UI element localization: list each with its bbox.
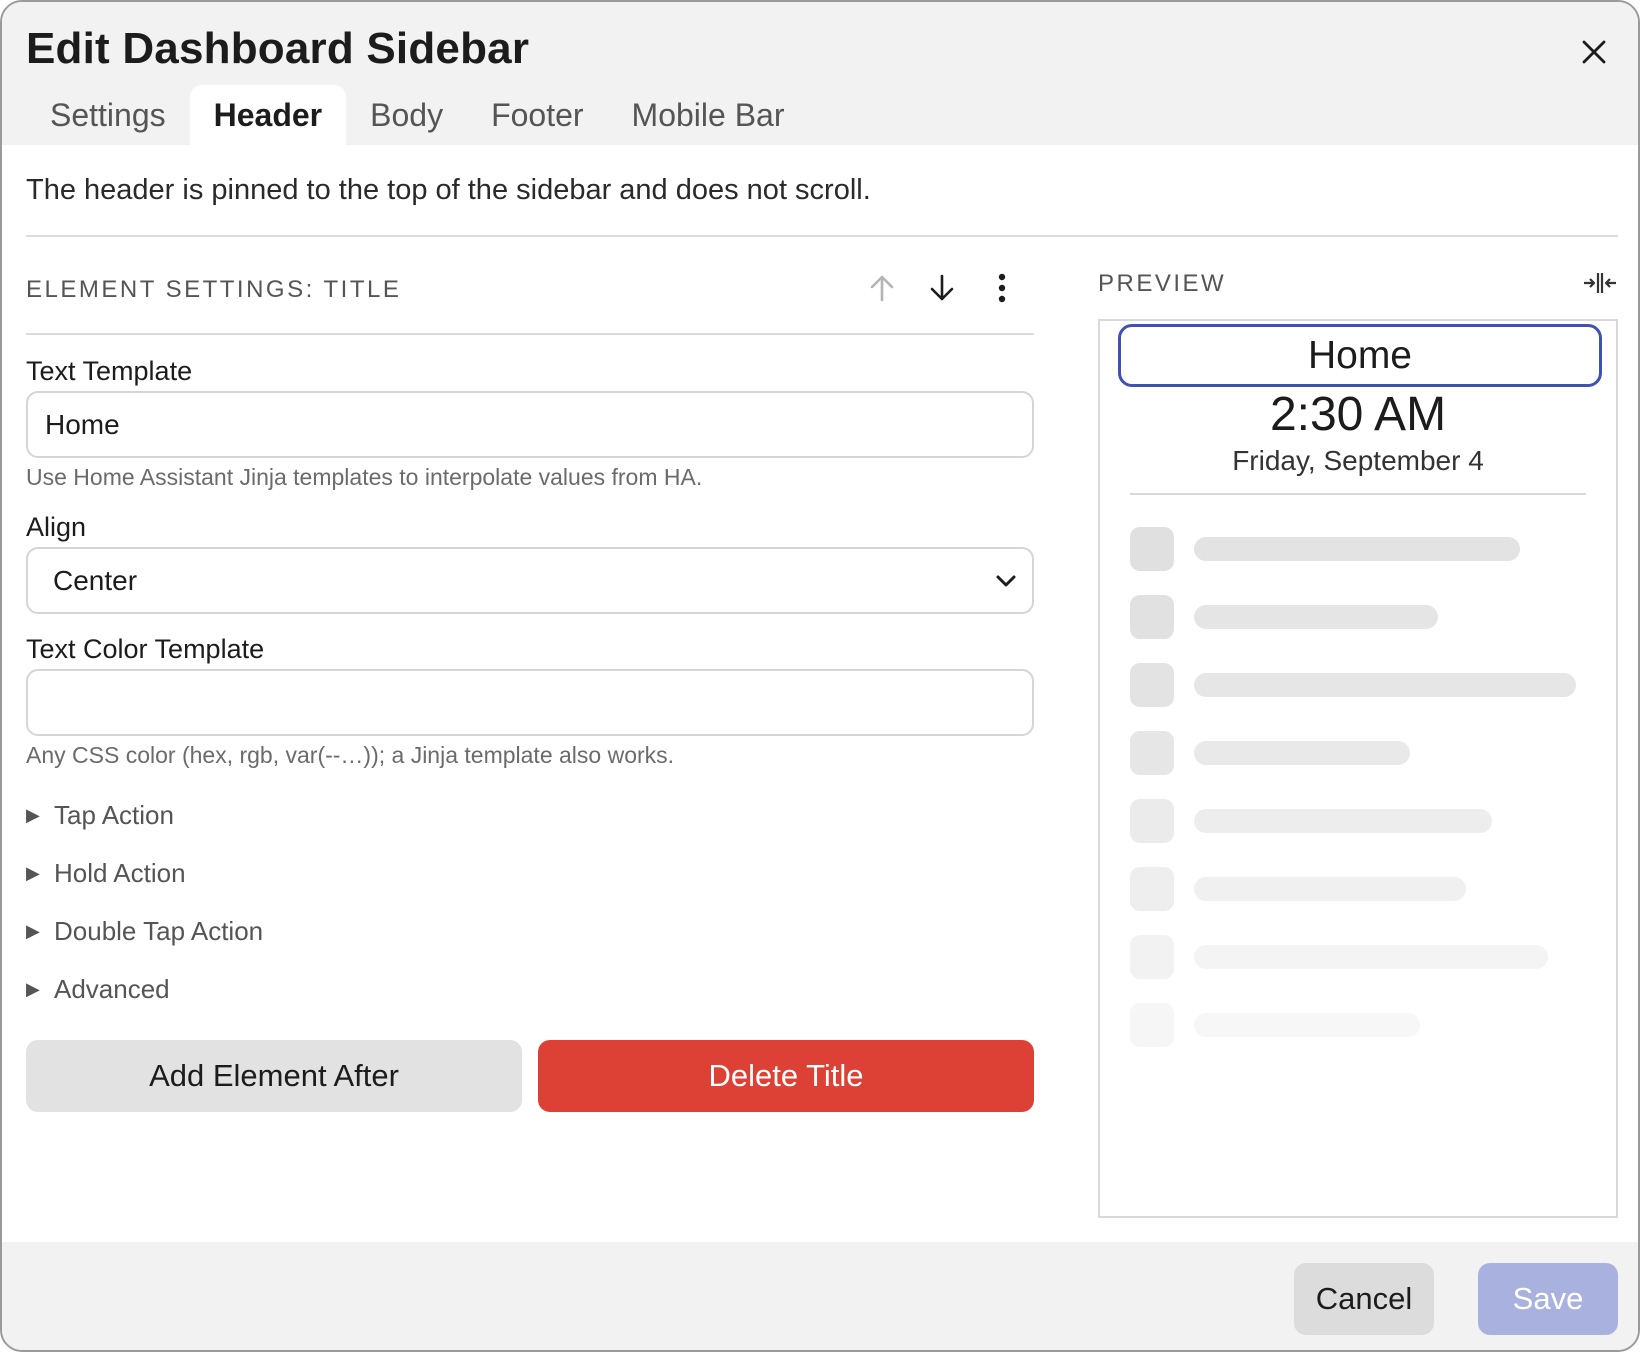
tap-action-disclosure[interactable]: ▶ Tap Action bbox=[26, 800, 174, 831]
close-button[interactable] bbox=[1572, 30, 1616, 74]
kebab-menu-icon bbox=[998, 273, 1006, 303]
skeleton-line bbox=[1194, 741, 1410, 765]
move-down-button[interactable] bbox=[922, 268, 962, 308]
skeleton-icon bbox=[1130, 1003, 1174, 1047]
tab-description: The header is pinned to the top of the s… bbox=[26, 174, 871, 206]
text-template-help: Use Home Assistant Jinja templates to in… bbox=[26, 464, 703, 490]
preview-date: Friday, September 4 bbox=[1232, 445, 1484, 476]
skeleton-icon bbox=[1130, 731, 1174, 775]
element-toolbar bbox=[862, 268, 1022, 308]
disclosure-label: Tap Action bbox=[54, 800, 174, 830]
disclosure-label: Double Tap Action bbox=[54, 916, 264, 946]
tab-settings[interactable]: Settings bbox=[26, 85, 190, 145]
align-select[interactable]: Center bbox=[26, 547, 1034, 614]
caret-right-icon: ▶ bbox=[26, 979, 40, 999]
add-element-after-button[interactable]: Add Element After bbox=[26, 1040, 522, 1112]
collapse-horizontal-icon bbox=[1584, 273, 1616, 293]
delete-title-button[interactable]: Delete Title bbox=[538, 1040, 1034, 1112]
collapse-preview-button[interactable] bbox=[1580, 268, 1620, 298]
dialog-header: Edit Dashboard Sidebar Settings Header B… bbox=[2, 2, 1638, 145]
skeleton-line bbox=[1194, 1013, 1420, 1037]
divider bbox=[26, 235, 1618, 237]
chevron-down-icon bbox=[996, 575, 1016, 586]
preview-heading: PREVIEW bbox=[1098, 270, 1227, 297]
align-label: Align bbox=[26, 512, 87, 542]
skeleton-icon bbox=[1130, 935, 1174, 979]
cancel-button[interactable]: Cancel bbox=[1294, 1263, 1434, 1335]
skeleton-line bbox=[1194, 945, 1548, 969]
skeleton-line bbox=[1194, 809, 1492, 833]
tab-body[interactable]: Body bbox=[346, 85, 467, 145]
sidebar-preview: Home 2:30 AM Friday, September 4 bbox=[1098, 319, 1618, 1218]
skeleton-icon bbox=[1130, 527, 1174, 571]
more-options-button[interactable] bbox=[982, 268, 1022, 308]
double-tap-action-disclosure[interactable]: ▶ Double Tap Action bbox=[26, 916, 263, 947]
skeleton-icon bbox=[1130, 663, 1174, 707]
caret-right-icon: ▶ bbox=[26, 921, 40, 941]
text-color-template-input[interactable] bbox=[26, 669, 1034, 736]
preview-title: Home bbox=[1307, 333, 1413, 377]
caret-right-icon: ▶ bbox=[26, 805, 40, 825]
text-template-label: Text Template bbox=[26, 356, 193, 386]
tab-header[interactable]: Header bbox=[189, 85, 347, 145]
skeleton-icon bbox=[1130, 867, 1174, 911]
preview-clock: 2:30 AM bbox=[1269, 388, 1447, 441]
tab-mobile-bar[interactable]: Mobile Bar bbox=[608, 85, 809, 145]
disclosure-label: Hold Action bbox=[54, 858, 186, 888]
dialog-title: Edit Dashboard Sidebar bbox=[26, 24, 530, 73]
close-icon bbox=[1582, 40, 1606, 64]
skeleton-line bbox=[1194, 877, 1466, 901]
text-template-input[interactable] bbox=[26, 391, 1034, 458]
skeleton-line bbox=[1194, 605, 1438, 629]
skeleton-line bbox=[1194, 537, 1520, 561]
align-select-value: Center bbox=[53, 564, 138, 596]
text-color-template-label: Text Color Template bbox=[26, 634, 265, 664]
advanced-disclosure[interactable]: ▶ Advanced bbox=[26, 974, 170, 1005]
text-color-template-help: Any CSS color (hex, rgb, var(--…)); a Ji… bbox=[26, 742, 675, 768]
skeleton-line bbox=[1194, 673, 1576, 697]
arrow-down-icon bbox=[930, 274, 954, 301]
tab-footer[interactable]: Footer bbox=[467, 85, 607, 145]
element-settings-heading: ELEMENT SETTINGS: TITLE bbox=[26, 276, 402, 303]
move-up-button[interactable] bbox=[862, 268, 902, 308]
caret-right-icon: ▶ bbox=[26, 863, 40, 883]
skeleton-icon bbox=[1130, 799, 1174, 843]
edit-sidebar-dialog: Edit Dashboard Sidebar Settings Header B… bbox=[0, 0, 1640, 1352]
disclosure-label: Advanced bbox=[54, 974, 170, 1004]
hold-action-disclosure[interactable]: ▶ Hold Action bbox=[26, 858, 186, 889]
preview-title-selected[interactable]: Home bbox=[1118, 324, 1602, 387]
divider bbox=[26, 333, 1034, 335]
arrow-up-icon bbox=[870, 275, 894, 302]
save-button[interactable]: Save bbox=[1478, 1263, 1618, 1335]
skeleton-icon bbox=[1130, 595, 1174, 639]
preview-divider bbox=[1130, 493, 1586, 495]
tab-bar: Settings Header Body Footer Mobile Bar bbox=[26, 85, 809, 145]
